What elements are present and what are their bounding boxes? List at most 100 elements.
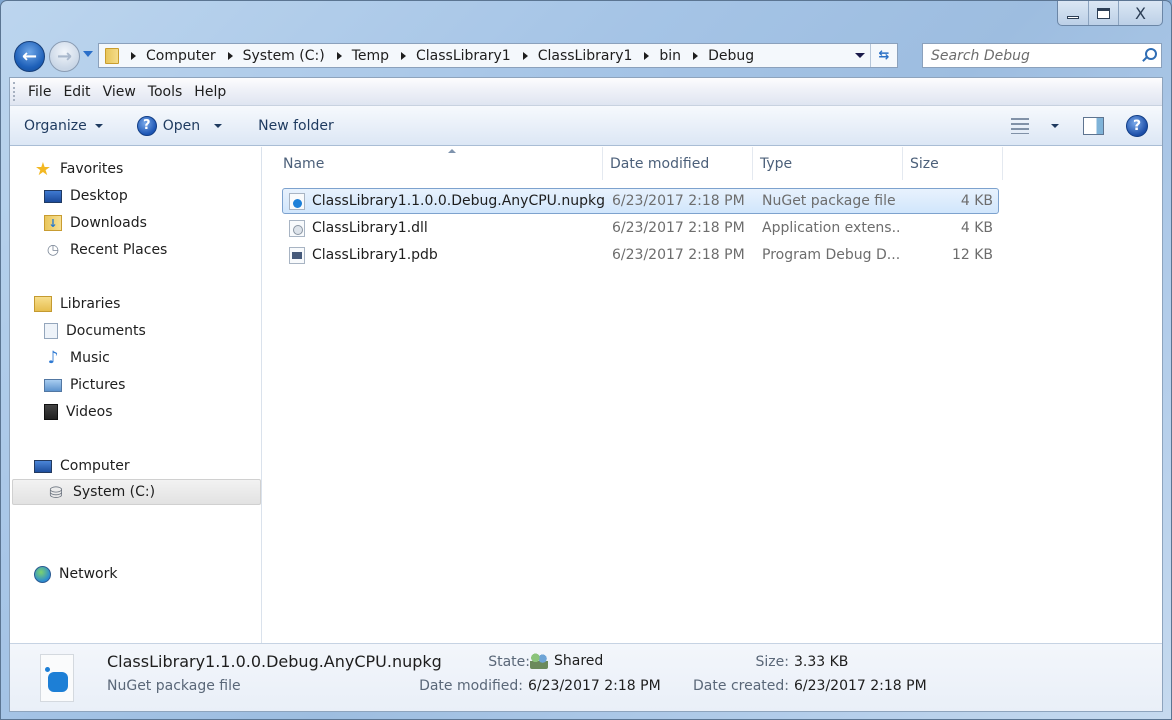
file-name-cell: ClassLibrary1.pdb (289, 243, 438, 267)
pictures-icon (44, 378, 62, 392)
tree-system-c[interactable]: ⛁ System (C:) (12, 479, 261, 505)
tree-videos[interactable]: Videos (10, 399, 261, 425)
details-filetype: NuGet package file (107, 678, 241, 694)
file-name: ClassLibrary1.pdb (312, 247, 438, 263)
breadcrumb-item[interactable]: Computer (146, 48, 216, 64)
chevron-down-icon (94, 123, 103, 128)
organize-button[interactable]: Organize (16, 113, 111, 139)
tree-favorites[interactable]: ★ Favorites (10, 156, 261, 182)
menu-edit[interactable]: Edit (57, 84, 96, 100)
address-history-dropdown[interactable] (855, 53, 865, 58)
menu-bar: File Edit View Tools Help (10, 78, 1162, 106)
search-box[interactable]: Search Debug (922, 43, 1162, 68)
menu-tools[interactable]: Tools (142, 84, 189, 100)
tree-computer[interactable]: Computer (10, 453, 261, 479)
breadcrumb-item[interactable]: ClassLibrary1 (416, 48, 511, 64)
breadcrumb-item[interactable]: ClassLibrary1 (538, 48, 633, 64)
libraries-icon (34, 296, 52, 312)
details-filename: ClassLibrary1.1.0.0.Debug.AnyCPU.nupkg (107, 652, 442, 671)
file-name: ClassLibrary1.dll (312, 220, 428, 236)
videos-icon (44, 404, 58, 420)
command-bar-right: ? (1011, 106, 1162, 146)
computer-icon (34, 459, 52, 473)
file-type: Program Debug D... (762, 247, 901, 263)
maximize-button[interactable] (1088, 1, 1118, 25)
tree-music[interactable]: ♪ Music (10, 345, 261, 371)
column-header-size[interactable]: Size (903, 147, 1003, 180)
breadcrumb-chevron[interactable] (522, 51, 528, 60)
refresh-button[interactable]: ⇆ (870, 44, 897, 67)
preview-pane-icon[interactable] (1083, 117, 1104, 135)
breadcrumb-chevron[interactable] (401, 51, 406, 60)
tree-label: System (C:) (73, 484, 156, 500)
caption-buttons: X (1057, 1, 1163, 26)
tree-documents[interactable]: Documents (10, 318, 261, 344)
dll-icon (289, 219, 305, 237)
maximize-icon (1097, 7, 1110, 19)
file-name-cell: ClassLibrary1.dll (289, 216, 428, 240)
address-bar[interactable]: Computer System (C:) Temp ClassLibrary1 Clas… (98, 43, 898, 68)
menu-help[interactable]: Help (188, 84, 232, 100)
explorer-body: File Edit View Tools Help Organize ? Ope… (9, 77, 1163, 712)
tree-desktop[interactable]: Desktop (10, 183, 261, 209)
back-button[interactable]: ← (14, 41, 45, 72)
date-modified-value: 6/23/2017 2:18 PM (528, 678, 661, 694)
new-folder-button[interactable]: New folder (250, 113, 342, 139)
breadcrumb-chevron[interactable] (336, 51, 342, 60)
file-row[interactable]: ClassLibrary1.dll 6/23/2017 2:18 PM Appl… (282, 215, 999, 241)
breadcrumb-chevron[interactable] (131, 51, 136, 60)
new-folder-label: New folder (258, 117, 334, 134)
tree-recent-places[interactable]: ◷ Recent Places (10, 237, 261, 263)
tree-network[interactable]: Network (10, 561, 261, 587)
file-row[interactable]: ClassLibrary1.pdb 6/23/2017 2:18 PM Prog… (282, 242, 999, 268)
breadcrumb-item[interactable]: Temp (352, 48, 389, 64)
navigation-pane: ★ Favorites Desktop ↓ Downloads ◷ Recent Pl… (10, 147, 262, 643)
view-options-dropdown[interactable] (1051, 124, 1059, 128)
breadcrumb-item[interactable]: System (C:) (243, 48, 325, 64)
content-area: ★ Favorites Desktop ↓ Downloads ◷ Recent Pl… (10, 147, 1162, 643)
tree-label: Music (70, 350, 110, 366)
breadcrumb: Computer System (C:) Temp ClassLibrary1 Clas… (146, 48, 754, 64)
command-bar: Organize ? Open New folder ? (10, 106, 1162, 146)
minimize-icon (1067, 15, 1079, 19)
open-button[interactable]: ? Open (129, 113, 230, 139)
star-icon: ★ (34, 158, 52, 180)
search-icon[interactable] (1139, 46, 1161, 66)
breadcrumb-chevron[interactable] (644, 51, 650, 60)
breadcrumb-chevron[interactable] (693, 51, 699, 60)
tree-label: Recent Places (70, 242, 168, 258)
tree-libraries[interactable]: Libraries (10, 291, 261, 317)
column-header-date-modified[interactable]: Date modified (603, 147, 753, 180)
size-label: Size: (755, 654, 789, 670)
column-header-name[interactable]: Name (276, 147, 603, 180)
menu-view[interactable]: View (97, 84, 142, 100)
tree-label: Videos (66, 404, 113, 420)
minimize-button[interactable] (1058, 1, 1088, 25)
file-row[interactable]: ClassLibrary1.1.0.0.Debug.AnyCPU.nupkg 6… (282, 188, 999, 214)
date-created-value: 6/23/2017 2:18 PM (794, 678, 927, 694)
column-label: Type (760, 155, 793, 172)
size-value: 3.33 KB (794, 654, 849, 670)
recent-pages-dropdown[interactable] (83, 51, 93, 57)
tree-pictures[interactable]: Pictures (10, 372, 261, 398)
help-button[interactable]: ? (1126, 115, 1148, 137)
network-icon (34, 565, 51, 583)
close-button[interactable]: X (1118, 1, 1162, 25)
refresh-icon: ⇆ (878, 48, 890, 63)
tree-downloads[interactable]: ↓ Downloads (10, 210, 261, 236)
navigation-bar: ← → Computer System (C:) Temp ClassLibrary1… (11, 39, 1162, 73)
open-with-icon: ? (136, 115, 157, 136)
breadcrumb-item[interactable]: bin (659, 48, 681, 64)
close-icon: X (1135, 3, 1146, 23)
breadcrumb-item[interactable]: Debug (708, 48, 754, 64)
state-text: Shared (554, 653, 604, 669)
breadcrumb-chevron[interactable] (227, 51, 233, 60)
menu-file[interactable]: File (22, 84, 57, 100)
file-date: 6/23/2017 2:18 PM (612, 247, 745, 263)
change-view-icon[interactable] (1011, 118, 1029, 134)
tree-label: Libraries (60, 296, 121, 312)
search-input[interactable]: Search Debug (931, 48, 1139, 64)
column-header-type[interactable]: Type (753, 147, 903, 180)
drive-icon: ⛁ (49, 482, 63, 502)
forward-button[interactable]: → (49, 41, 80, 72)
